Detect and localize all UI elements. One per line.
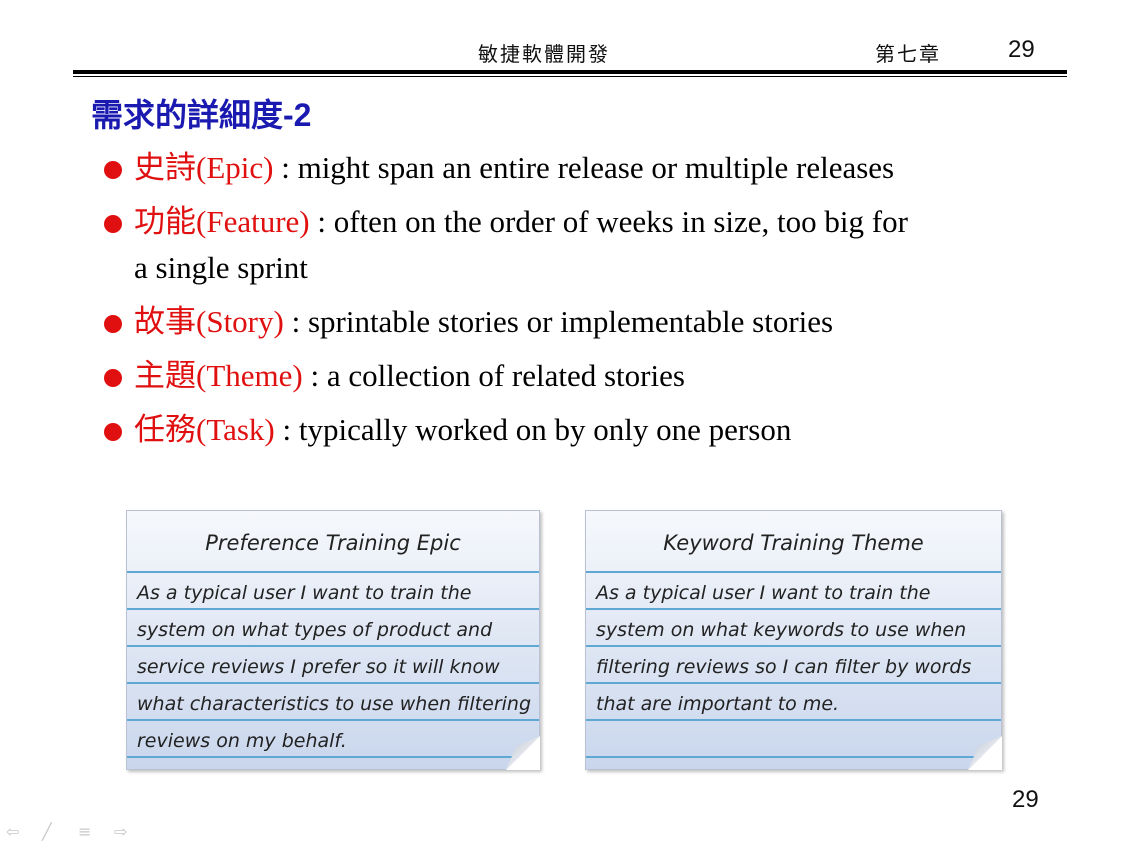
card-line: As a typical user I want to train the	[127, 571, 539, 608]
slide-title: 需求的詳細度-2	[91, 90, 311, 136]
course-title: 敏捷軟體開發	[478, 42, 610, 66]
bullet-text: : a collection of related stories	[302, 358, 685, 393]
bullet-task: 任務(Task) : typically worked on by only o…	[100, 407, 1100, 453]
card-line	[586, 719, 1001, 758]
bullet-dot-icon	[104, 315, 122, 333]
bullet-theme: 主題(Theme) : a collection of related stor…	[100, 353, 1100, 399]
bullet-term: 任務(Task)	[134, 412, 275, 447]
slide-title-text: 需求的詳細度	[91, 96, 284, 134]
bullet-list: 史詩(Epic) : might span an entire release …	[100, 145, 1100, 461]
card-lines: As a typical user I want to train the sy…	[586, 571, 1001, 758]
slide-title-suffix: -2	[283, 97, 312, 133]
header-page-number: 29	[1008, 36, 1035, 63]
chapter-label: 第七章	[875, 42, 941, 66]
card-title: Keyword Training Theme	[663, 531, 924, 555]
card-line: what characteristics to use when filteri…	[127, 682, 539, 719]
card-line: reviews on my behalf.	[127, 719, 539, 758]
bullet-term: 史詩(Epic)	[134, 150, 274, 185]
bullet-epic: 史詩(Epic) : might span an entire release …	[100, 145, 1100, 191]
card-line: that are important to me.	[586, 682, 1001, 719]
card-line: service reviews I prefer so it will know	[127, 645, 539, 682]
previous-arrow-icon[interactable]: ⇦	[6, 824, 28, 840]
theme-story-card: Keyword Training Theme As a typical user…	[585, 510, 1002, 770]
bullet-text: : sprintable stories or implementable st…	[283, 304, 834, 339]
card-line: As a typical user I want to train the	[586, 571, 1001, 608]
bullet-text: : often on the order of weeks in size, t…	[309, 204, 908, 239]
bullet-text-continuation: a single sprint	[134, 250, 308, 285]
card-line: filtering reviews so I can filter by wor…	[586, 645, 1001, 682]
bullet-term: 主題(Theme)	[134, 358, 303, 393]
pen-icon[interactable]: ╱	[42, 824, 64, 840]
menu-icon[interactable]: ≡	[78, 824, 100, 840]
header-rule-thick	[73, 70, 1067, 74]
footer-page-number: 29	[1012, 786, 1039, 813]
slide-nav-controls: ⇦ ╱ ≡ ⇨	[6, 824, 136, 840]
card-title: Preference Training Epic	[205, 531, 461, 555]
card-lines: As a typical user I want to train the sy…	[127, 571, 539, 758]
bullet-dot-icon	[104, 161, 122, 179]
header-rule-thin	[73, 76, 1067, 77]
bullet-text: : might span an entire release or multip…	[273, 150, 895, 185]
bullet-story: 故事(Story) : sprintable stories or implem…	[100, 299, 1100, 345]
next-arrow-icon[interactable]: ⇨	[114, 824, 136, 840]
bullet-term: 功能(Feature)	[134, 204, 310, 239]
bullet-dot-icon	[104, 423, 122, 441]
card-line: system on what keywords to use when	[586, 608, 1001, 645]
bullet-feature: 功能(Feature) : often on the order of week…	[100, 199, 1100, 291]
bullet-dot-icon	[104, 369, 122, 387]
bullet-dot-icon	[104, 215, 122, 233]
bullet-text: : typically worked on by only one person	[274, 412, 792, 447]
epic-story-card: Preference Training Epic As a typical us…	[126, 510, 540, 770]
bullet-term: 故事(Story)	[134, 304, 284, 339]
card-line: system on what types of product and	[127, 608, 539, 645]
